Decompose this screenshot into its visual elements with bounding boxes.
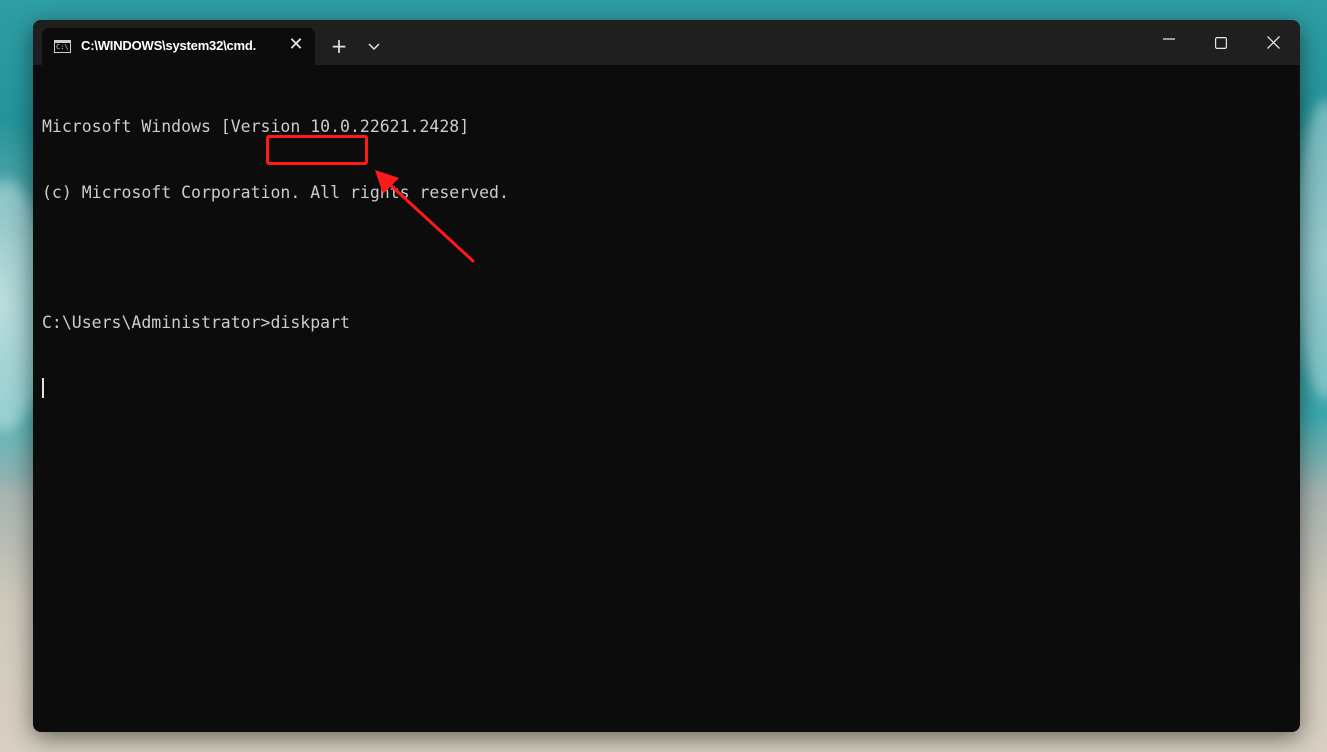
terminal-line-copyright: (c) Microsoft Corporation. All rights re… xyxy=(42,182,509,202)
tab-cmd[interactable]: C:\ C:\WINDOWS\system32\cmd. ✕ xyxy=(42,28,315,65)
minimize-icon xyxy=(1163,37,1175,40)
tab-dropdown-button[interactable] xyxy=(362,34,386,60)
maximize-icon xyxy=(1215,36,1227,49)
new-tab-button[interactable]: + xyxy=(326,34,352,60)
terminal-line-prompt: C:\Users\Administrator>diskpart xyxy=(42,312,350,332)
diskpart-highlight-box xyxy=(266,135,368,165)
plus-icon: + xyxy=(330,34,348,58)
terminal-window: C:\ C:\WINDOWS\system32\cmd. ✕ + Microso… xyxy=(33,20,1300,732)
title-bar[interactable]: C:\ C:\WINDOWS\system32\cmd. ✕ + xyxy=(33,20,1300,65)
text-cursor xyxy=(42,377,44,398)
maximize-button[interactable] xyxy=(1195,20,1247,65)
terminal-output[interactable]: Microsoft Windows [Version 10.0.22621.24… xyxy=(42,73,1300,732)
minimize-button[interactable] xyxy=(1143,20,1195,65)
chevron-down-icon xyxy=(368,43,380,51)
red-arrow-icon xyxy=(375,170,475,263)
close-window-button[interactable] xyxy=(1247,20,1299,65)
close-icon xyxy=(1266,36,1280,49)
terminal-input-line[interactable] xyxy=(42,377,1300,399)
cmd-icon: C:\ xyxy=(54,40,71,53)
tab-title: C:\WINDOWS\system32\cmd. xyxy=(81,38,257,53)
terminal-line-version: Microsoft Windows [Version 10.0.22621.24… xyxy=(42,117,470,137)
close-tab-button[interactable]: ✕ xyxy=(285,34,307,56)
close-tab-icon: ✕ xyxy=(288,34,304,55)
